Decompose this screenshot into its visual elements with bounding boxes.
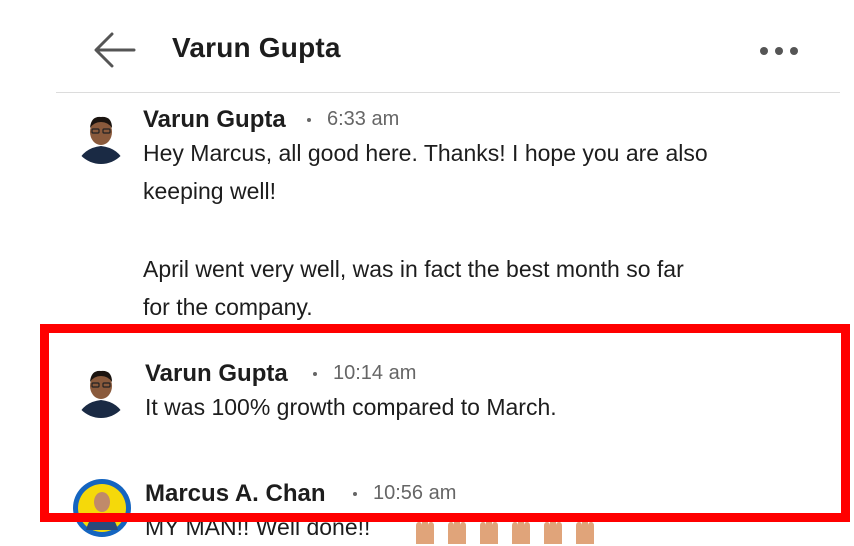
sender-name[interactable]: Marcus A. Chan — [145, 480, 325, 508]
message-text-line: keeping well! — [143, 178, 276, 204]
avatar[interactable] — [73, 362, 129, 418]
clapping-hands-icon — [576, 517, 594, 544]
message-text-line: Hey Marcus, all good here. Thanks! I hop… — [143, 140, 708, 166]
message-time: 10:14 am — [333, 362, 417, 384]
avatar[interactable] — [72, 478, 132, 538]
sender-name[interactable]: Varun Gupta — [143, 106, 286, 134]
profile-photo-icon — [73, 362, 129, 418]
profile-photo-icon — [73, 108, 129, 164]
clapping-hands-icon — [544, 517, 562, 544]
avatar[interactable] — [73, 108, 129, 164]
profile-photo-icon — [73, 479, 131, 537]
chat-screen: Varun Gupta Varun Gupta 6:33 am Hey Marc… — [0, 0, 854, 546]
message-time: 6:33 am — [327, 108, 400, 130]
message-text-line: April went very well, was in fact the be… — [143, 256, 684, 282]
clapping-emoji-row — [410, 514, 600, 544]
message-text-line: for the company. — [143, 294, 313, 320]
clapping-hands-icon — [480, 517, 498, 544]
separator-dot — [353, 492, 357, 496]
more-options-button[interactable] — [756, 36, 806, 66]
more-horizontal-icon — [760, 47, 798, 55]
header-divider — [56, 92, 840, 93]
conversation-title: Varun Gupta — [172, 32, 341, 63]
message-time: 10:56 am — [373, 482, 457, 504]
message-text-line: It was 100% growth compared to March. — [145, 394, 557, 420]
sender-name[interactable]: Varun Gupta — [145, 360, 288, 388]
message-text-line: MY MAN!! Well done!! — [145, 514, 371, 540]
clapping-hands-icon — [512, 517, 530, 544]
separator-dot — [307, 118, 311, 122]
separator-dot — [313, 372, 317, 376]
clapping-hands-icon — [448, 517, 466, 544]
conversation-header: Varun Gupta — [0, 0, 854, 92]
clapping-hands-icon — [416, 517, 434, 544]
back-button[interactable] — [90, 28, 140, 72]
arrow-left-icon — [94, 32, 136, 68]
